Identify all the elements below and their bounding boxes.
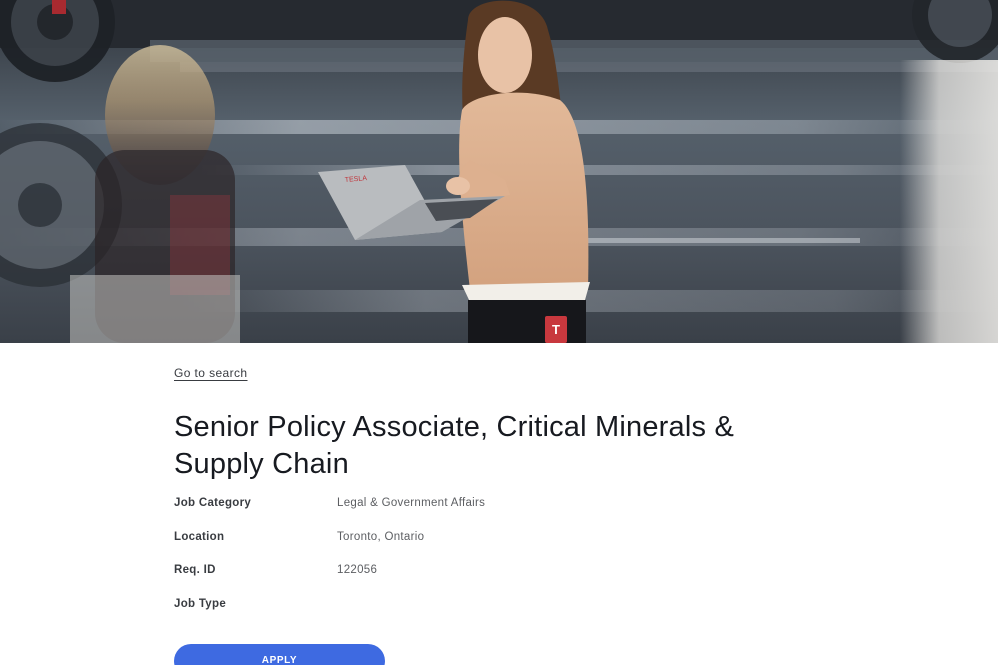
detail-label: Job Category [174, 497, 252, 509]
hero-photo-illustration: T TESLA [0, 0, 998, 343]
detail-row-location: Location Toronto, Ontario [174, 531, 814, 565]
go-to-search-link[interactable]: Go to search [174, 366, 248, 380]
detail-value: 122056 [337, 564, 378, 576]
job-details-list: Job Category Legal & Government Affairs … [174, 497, 814, 631]
apply-button[interactable]: APPLY [174, 644, 385, 665]
detail-row-job-type: Job Type [174, 598, 814, 632]
detail-label: Req. ID [174, 564, 216, 576]
detail-value: Toronto, Ontario [337, 530, 425, 543]
detail-row-req-id: Req. ID 122056 [174, 564, 814, 598]
job-title: Senior Policy Associate, Critical Minera… [174, 411, 734, 480]
detail-label: Job Type [174, 597, 227, 610]
detail-value: Legal & Government Affairs [337, 497, 486, 509]
detail-label: Location [174, 530, 225, 543]
detail-row-job-category: Job Category Legal & Government Affairs [174, 497, 814, 531]
job-posting-page: T TESLA Go to search Senior Policy Assoc… [0, 0, 998, 665]
hero-image: T TESLA [0, 0, 998, 343]
svg-text:T: T [552, 322, 560, 337]
